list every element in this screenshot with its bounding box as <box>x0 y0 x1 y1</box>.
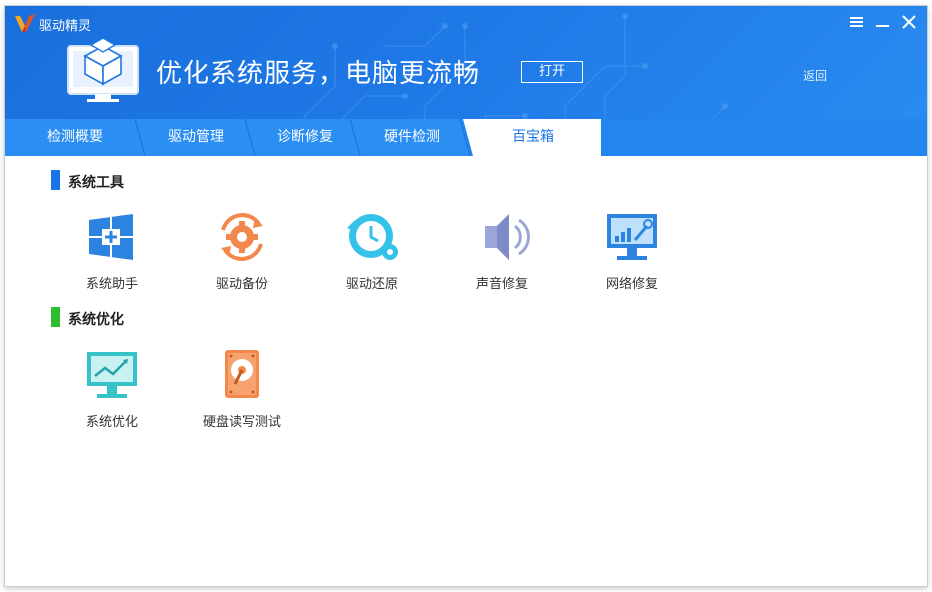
windows-plus-icon <box>89 214 133 260</box>
tool-label: 系统优化 <box>85 415 138 430</box>
app-window: 驱动精灵 优化系统服务，电脑更流畅 打开 返回 检测概要 驱动管理 诊断修复 硬… <box>5 6 927 586</box>
hero-toolbox-icon <box>67 37 139 102</box>
tool-driver-backup[interactable]: 驱动备份 <box>187 210 297 292</box>
monitor-chart-icon <box>87 352 137 398</box>
tab-overview[interactable]: 检测概要 <box>5 119 145 156</box>
header-banner: 驱动精灵 优化系统服务，电脑更流畅 打开 返回 检测概要 驱动管理 诊断修复 硬… <box>5 6 927 156</box>
tool-system-assistant[interactable]: 系统助手 <box>57 210 167 292</box>
menu-icon[interactable] <box>847 12 867 32</box>
minimize-icon[interactable] <box>873 12 893 32</box>
tab-driver-management[interactable]: 驱动管理 <box>140 119 252 156</box>
clock-restore-icon <box>347 214 398 260</box>
app-logo-icon <box>15 14 35 32</box>
network-monitor-icon <box>607 214 657 260</box>
hero-title: 优化系统服务，电脑更流畅 <box>156 59 481 89</box>
tab-diagnosis-repair[interactable]: 诊断修复 <box>250 119 360 156</box>
tool-disk-rw-test[interactable]: 硬盘读写测试 <box>187 348 297 430</box>
app-title: 驱动精灵 <box>39 19 92 34</box>
tool-network-repair[interactable]: 网络修复 <box>577 210 687 292</box>
open-button[interactable]: 打开 <box>521 61 583 83</box>
harddisk-icon <box>225 350 259 398</box>
tool-label: 驱动还原 <box>345 277 398 292</box>
tool-driver-restore[interactable]: 驱动还原 <box>317 210 427 292</box>
tool-system-optimization[interactable]: 系统优化 <box>57 348 167 430</box>
gear-backup-icon <box>221 213 263 261</box>
section-marker-system-tools <box>51 170 60 190</box>
tool-label: 系统助手 <box>85 277 138 292</box>
close-icon[interactable] <box>899 12 919 32</box>
tool-label: 驱动备份 <box>215 277 268 292</box>
speaker-icon <box>485 214 530 260</box>
tool-label: 硬盘读写测试 <box>202 415 281 430</box>
section-marker-system-optimization <box>51 307 60 327</box>
tab-hardware-detection[interactable]: 硬件检测 <box>357 119 467 156</box>
window-controls <box>847 12 919 32</box>
section-title-system-optimization: 系统优化 <box>68 312 124 328</box>
tab-bar: 检测概要 驱动管理 诊断修复 硬件检测 百宝箱 <box>5 119 927 156</box>
section-title-system-tools: 系统工具 <box>68 175 124 191</box>
tool-label: 网络修复 <box>605 277 658 292</box>
back-link[interactable]: 返回 <box>803 67 827 84</box>
tool-sound-repair[interactable]: 声音修复 <box>447 210 557 292</box>
tab-toolbox[interactable]: 百宝箱 <box>475 119 591 156</box>
tool-label: 声音修复 <box>475 277 528 292</box>
